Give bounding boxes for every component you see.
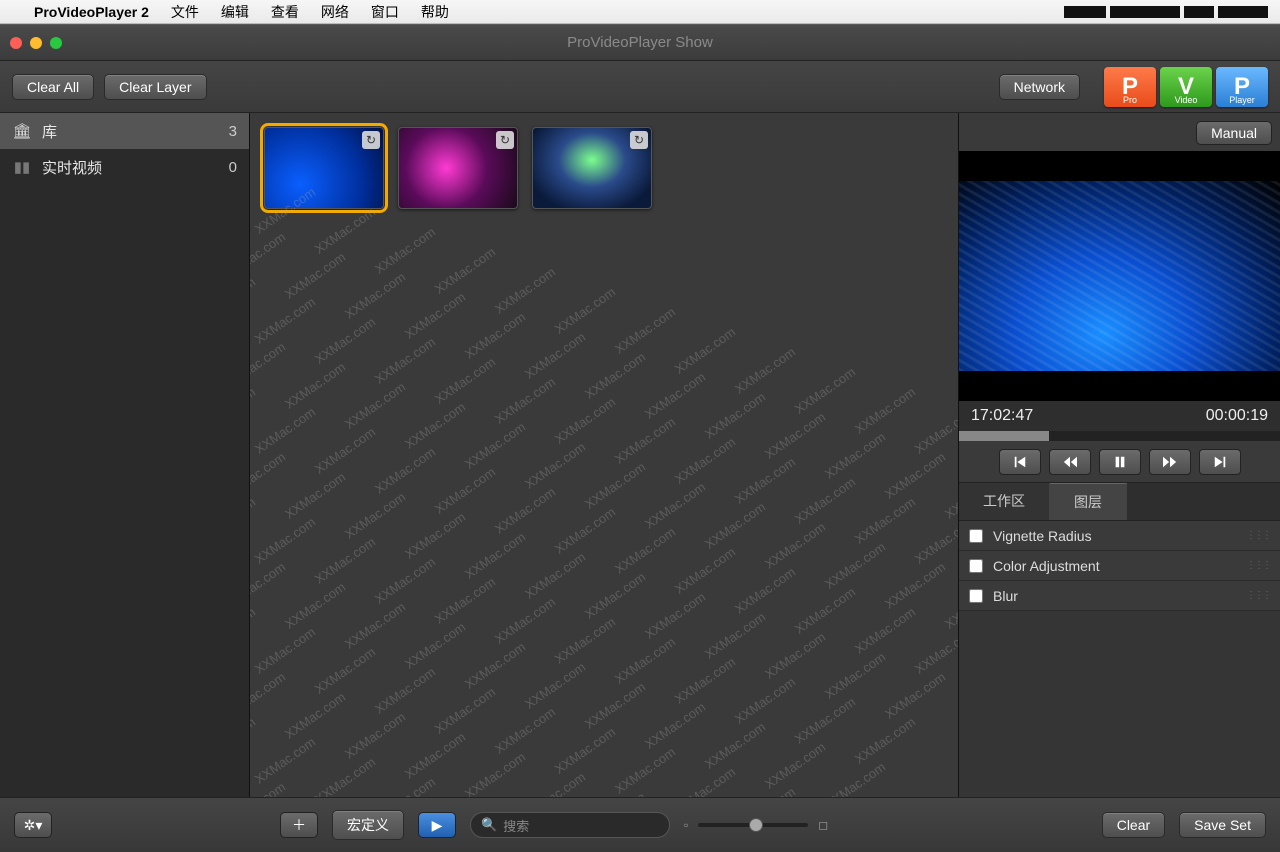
effect-label: Blur	[993, 588, 1018, 604]
effect-checkbox[interactable]	[969, 529, 983, 543]
effect-label: Vignette Radius	[993, 528, 1092, 544]
window-minimize-button[interactable]	[30, 37, 42, 49]
sidebar-item-label: 库	[42, 121, 57, 142]
effect-row[interactable]: Color Adjustment ⋮⋮⋮	[959, 551, 1280, 581]
playhead-progress[interactable]	[959, 431, 1280, 441]
menu-network[interactable]: 网络	[321, 2, 349, 22]
menu-help[interactable]: 帮助	[421, 2, 449, 22]
thumb-small-icon: ▫	[684, 818, 688, 832]
effect-label: Color Adjustment	[993, 558, 1100, 574]
inspector-panel: Manual 17:02:47 00:00:19 工作区 图层	[958, 113, 1280, 797]
app-name[interactable]: ProVideoPlayer 2	[34, 4, 149, 20]
menu-file[interactable]: 文件	[171, 2, 199, 22]
menu-edit[interactable]: 编辑	[221, 2, 249, 22]
tab-workspace[interactable]: 工作区	[959, 483, 1050, 520]
effect-checkbox[interactable]	[969, 589, 983, 603]
clear-button[interactable]: Clear	[1102, 812, 1165, 838]
transport-controls	[959, 441, 1280, 483]
time-remaining: 00:00:19	[1206, 407, 1268, 425]
settings-gear-button[interactable]: ✲▾	[14, 812, 52, 838]
manual-button[interactable]: Manual	[1196, 121, 1272, 145]
watermark: XXMac.comXXMac.comXXMac.comXXMac.comXXMa…	[250, 203, 958, 797]
effects-list: Vignette Radius ⋮⋮⋮ Color Adjustment ⋮⋮⋮…	[959, 521, 1280, 611]
macro-button[interactable]: 宏定义	[332, 810, 404, 840]
window-title: ProVideoPlayer Show	[567, 34, 713, 51]
search-icon: 🔍	[481, 817, 497, 833]
clip-thumbnail[interactable]: ↻	[264, 127, 384, 209]
library-icon: 🏛	[12, 122, 32, 140]
window-close-button[interactable]	[10, 37, 22, 49]
drag-handle-icon[interactable]: ⋮⋮⋮	[1246, 560, 1270, 571]
window-zoom-button[interactable]	[50, 37, 62, 49]
search-placeholder: 搜索	[503, 816, 529, 835]
effect-row[interactable]: Vignette Radius ⋮⋮⋮	[959, 521, 1280, 551]
clip-grid: ↻ ↻ ↻ XXMac.comXXMac.comXXMac.comXXMac.c…	[250, 113, 958, 797]
app-window: ProVideoPlayer Show Clear All Clear Laye…	[0, 24, 1280, 851]
time-display: 17:02:47 00:00:19	[959, 401, 1280, 431]
sidebar-item-count: 3	[229, 123, 237, 140]
layout-toggle-button[interactable]: ▶	[418, 812, 456, 838]
mac-menubar: ProVideoPlayer 2 文件 编辑 查看 网络 窗口 帮助	[0, 0, 1280, 24]
window-titlebar: ProVideoPlayer Show	[0, 25, 1280, 61]
zoom-slider-group: ▫ ◻	[684, 818, 828, 832]
sidebar: 🏛 库 3 ▮▮ 实时视频 0	[0, 113, 250, 797]
effect-checkbox[interactable]	[969, 559, 983, 573]
search-field[interactable]: 🔍 搜索	[470, 812, 670, 838]
effect-row[interactable]: Blur ⋮⋮⋮	[959, 581, 1280, 611]
menu-view[interactable]: 查看	[271, 2, 299, 22]
time-elapsed: 17:02:47	[971, 407, 1033, 425]
sidebar-item-library[interactable]: 🏛 库 3	[0, 113, 249, 149]
sidebar-item-label: 实时视频	[42, 157, 102, 178]
clear-all-button[interactable]: Clear All	[12, 74, 94, 100]
zoom-slider[interactable]	[698, 823, 808, 827]
drag-handle-icon[interactable]: ⋮⋮⋮	[1246, 590, 1270, 601]
add-button[interactable]: ＋	[280, 812, 318, 838]
sidebar-item-count: 0	[229, 159, 237, 176]
bottom-toolbar: ✲▾ ＋ 宏定义 ▶ 🔍 搜索 ▫ ◻ Clear Save Set	[0, 797, 1280, 852]
preview-monitor	[959, 151, 1280, 401]
menu-window[interactable]: 窗口	[371, 2, 399, 22]
toolbar: Clear All Clear Layer Network PPro VVide…	[0, 61, 1280, 113]
clip-thumbnail[interactable]: ↻	[398, 127, 518, 209]
tab-layers[interactable]: 图层	[1050, 483, 1127, 520]
clip-thumbnail[interactable]: ↻	[532, 127, 652, 209]
go-to-start-button[interactable]	[999, 449, 1041, 475]
thumb-large-icon: ◻	[818, 818, 828, 832]
rewind-button[interactable]	[1049, 449, 1091, 475]
inspector-tabs: 工作区 图层	[959, 483, 1280, 521]
menubar-right-icons	[1064, 6, 1268, 18]
sidebar-item-live-video[interactable]: ▮▮ 实时视频 0	[0, 149, 249, 185]
loop-icon[interactable]: ↻	[362, 131, 380, 149]
camera-icon: ▮▮	[12, 158, 32, 176]
inspector-empty-area	[959, 611, 1280, 797]
loop-icon[interactable]: ↻	[630, 131, 648, 149]
drag-handle-icon[interactable]: ⋮⋮⋮	[1246, 530, 1270, 541]
pvp-logo: PPro VVideo PPlayer	[1104, 67, 1268, 107]
network-button[interactable]: Network	[999, 74, 1080, 100]
fast-forward-button[interactable]	[1149, 449, 1191, 475]
save-set-button[interactable]: Save Set	[1179, 812, 1266, 838]
pause-button[interactable]	[1099, 449, 1141, 475]
clear-layer-button[interactable]: Clear Layer	[104, 74, 206, 100]
loop-icon[interactable]: ↻	[496, 131, 514, 149]
go-to-end-button[interactable]	[1199, 449, 1241, 475]
